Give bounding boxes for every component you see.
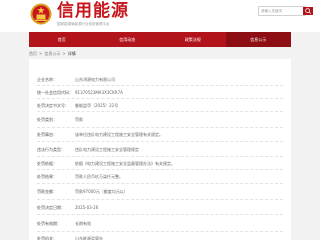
detail-row-credit-code: 统一社会信用代码： 91370523MA3X3CKR7A — [37, 86, 283, 99]
detail-label: 处罚机关： — [37, 236, 57, 240]
detail-label: 罚款金额： — [37, 189, 57, 194]
detail-row-decision-number: 处罚决定书文号： 鲁能监罚（2025）22号 — [37, 99, 283, 112]
site-header: 信用能源 国家能源局能源行业信用管理平台 请输入关键词 — [0, 0, 320, 32]
detail-value: 罚款人民币玖万柒仟元整。 — [75, 174, 123, 179]
detail-value: 罚款 — [75, 117, 83, 122]
detail-value: 罚款97000元（额度均元以） — [75, 189, 128, 194]
detail-value: 该单位违反电力建设工程施工安全管理有关规定。 — [75, 132, 163, 137]
detail-row-result: 处罚结果： 罚款人民币玖万柒仟元整。 — [37, 170, 283, 184]
national-emblem-icon — [30, 3, 52, 25]
detail-label: 处罚依据： — [37, 161, 57, 166]
detail-row-authority: 处罚机关： 山东能源监管办 — [37, 232, 283, 240]
detail-label: 统一社会信用代码： — [37, 90, 73, 95]
detail-label: 企业名称： — [37, 77, 57, 82]
detail-label: 处罚有效期： — [37, 221, 61, 226]
nav-item-disclosure[interactable]: 信息公示 — [225, 32, 291, 47]
main-nav: 首页 信用动态 政策法规 信息公示 — [29, 32, 291, 47]
search-icon[interactable] — [303, 7, 313, 15]
detail-value: 鲁能监罚（2025）22号 — [75, 103, 119, 108]
nav-item-home[interactable]: 首页 — [29, 32, 95, 47]
detail-label: 处罚决定日期： — [37, 205, 65, 210]
detail-value: 违反电力建设工程施工安全管理规定 — [75, 147, 139, 152]
detail-row-violation-type: 违法行为类型： 违反电力建设工程施工安全管理规定 — [37, 142, 283, 157]
site-subtitle: 国家能源局能源行业信用管理平台 — [57, 22, 110, 26]
breadcrumb-current: 详情 — [67, 51, 76, 56]
breadcrumb-section[interactable]: 信息公示 — [44, 51, 60, 56]
detail-label: 违法行为类型： — [37, 147, 65, 152]
detail-row-validity: 处罚有效期： 长期有效 — [37, 215, 283, 232]
breadcrumb-separator: > — [62, 51, 66, 56]
detail-list: 企业名称： 山东鸿源电力有限公司 统一社会信用代码： 91370523MA3X3… — [37, 73, 283, 240]
detail-label: 处罚事由： — [37, 132, 57, 137]
breadcrumb-separator: > — [39, 51, 43, 56]
breadcrumb: 首页 > 信息公示 > 详情 — [29, 51, 76, 57]
search-input[interactable]: 请输入关键词 — [258, 6, 306, 16]
detail-value: 山东鸿源电力有限公司 — [75, 77, 115, 82]
detail-label: 处罚结果： — [37, 174, 57, 179]
detail-value: 山东能源监管办 — [75, 236, 103, 240]
detail-row-company: 企业名称： 山东鸿源电力有限公司 — [37, 73, 283, 86]
detail-value: 依据《电力建设工程施工安全监督管理办法》有关规定。 — [75, 161, 175, 166]
detail-value: 2025-03-26 — [75, 205, 99, 210]
nav-item-credit-news[interactable]: 信用动态 — [95, 32, 161, 47]
detail-label: 处罚类别： — [37, 117, 57, 122]
breadcrumb-home[interactable]: 首页 — [29, 51, 37, 56]
detail-panel: 企业名称： 山东鸿源电力有限公司 统一社会信用代码： 91370523MA3X3… — [29, 59, 291, 240]
detail-label: 处罚决定书文号： — [37, 103, 69, 108]
detail-value: 91370523MA3X3CKR7A — [75, 90, 123, 95]
detail-row-basis: 处罚依据： 依据《电力建设工程施工安全监督管理办法》有关规定。 — [37, 157, 283, 170]
nav-item-policies[interactable]: 政策法规 — [160, 32, 226, 47]
detail-value: 长期有效 — [75, 221, 91, 226]
detail-row-reason: 处罚事由： 该单位违反电力建设工程施工安全管理有关规定。 — [37, 128, 283, 142]
detail-row-decision-date: 处罚决定日期： 2025-03-26 — [37, 200, 283, 215]
site-title: 信用能源 — [57, 1, 129, 21]
detail-row-penalty-type: 处罚类别： 罚款 — [37, 112, 283, 128]
detail-row-fine-amount: 罚款金额： 罚款97000元（额度均元以） — [37, 184, 283, 200]
